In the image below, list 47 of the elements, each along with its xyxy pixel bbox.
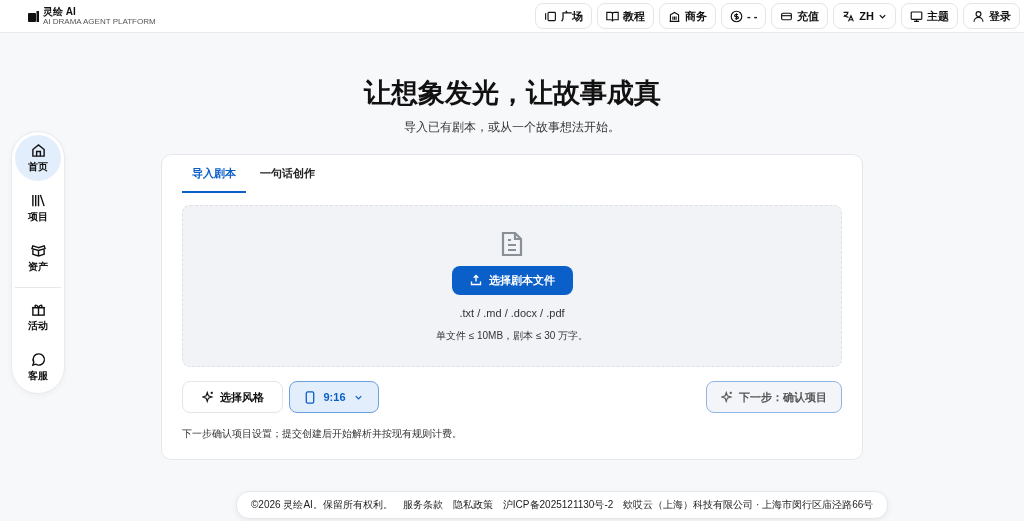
box-icon <box>30 242 46 258</box>
upload-area[interactable]: 选择剧本文件 .txt / .md / .docx / .pdf 单文件 ≤ 10MB，剧本 ≤ 30 万字。 <box>182 205 842 367</box>
logo-name: 灵绘 AI <box>43 6 76 17</box>
nav-button[interactable]: 广场 <box>534 3 592 29</box>
nav-button[interactable]: 教程 <box>596 3 654 29</box>
footer-link[interactable]: 隐私政策 <box>452 498 493 512</box>
book-icon <box>605 9 619 23</box>
choose-file-button[interactable]: 选择剧本文件 <box>451 265 573 295</box>
tab[interactable]: 一句话创作 <box>250 155 325 193</box>
bank-icon <box>667 9 681 23</box>
file-limits: 单文件 ≤ 10MB，剧本 ≤ 30 万字。 <box>435 328 589 343</box>
footer-link[interactable]: 欸哎云（上海）科技有限公司 · 上海市闵行区庙泾路66号 <box>623 498 874 512</box>
chat-icon <box>30 351 46 367</box>
nav-button[interactable]: 登录 <box>963 3 1020 29</box>
upload-icon <box>469 274 482 286</box>
nav-button[interactable]: - - <box>720 3 767 29</box>
logo-icon <box>28 10 39 22</box>
copyright-text: ©2026 灵绘AI。保留所有权利。 <box>251 498 393 512</box>
phone-icon <box>305 390 316 404</box>
home-icon <box>30 142 46 158</box>
document-icon <box>500 229 524 258</box>
tab[interactable]: 导入剧本 <box>182 155 246 193</box>
sidebar-item[interactable]: 项目 <box>15 185 61 231</box>
sidebar-item[interactable]: 活动 <box>15 294 61 340</box>
sidebar-item[interactable]: 客服 <box>15 344 61 390</box>
dollar-icon <box>729 9 743 23</box>
sparkle-icon <box>721 391 733 403</box>
books-icon <box>30 192 46 208</box>
hero-title: 让想象发光，让故事成真 <box>363 77 661 110</box>
footer-link[interactable]: 服务条款 <box>402 498 443 512</box>
billing-note: 下一步确认项目设置；提交创建后开始解析并按现有规则计费。 <box>182 427 463 441</box>
nav-button[interactable]: 主题 <box>901 3 958 29</box>
footer-link[interactable]: 沪ICP备2025121130号-2 <box>502 498 614 512</box>
nav-button[interactable]: 充值 <box>771 3 829 29</box>
sparkle-icon <box>201 391 214 403</box>
lang-icon <box>842 9 856 23</box>
nav-button[interactable]: 商务 <box>658 3 716 29</box>
file-formats: .txt / .md / .docx / .pdf <box>459 306 565 319</box>
style-button[interactable]: 选择风格 <box>182 381 283 413</box>
logo-tagline: AI DRAMA AGENT PLATFORM <box>43 17 156 26</box>
sidebar-item[interactable]: 首页 <box>15 135 61 181</box>
user-icon <box>972 9 985 23</box>
nav-button[interactable]: ZH <box>833 3 896 29</box>
monitor-icon <box>910 9 923 23</box>
hero-subtitle: 导入已有剧本，或从一个故事想法开始。 <box>404 119 620 136</box>
sidebar-item[interactable]: 资产 <box>15 235 61 281</box>
aspect-ratio-button[interactable]: 9:16 <box>289 381 379 413</box>
